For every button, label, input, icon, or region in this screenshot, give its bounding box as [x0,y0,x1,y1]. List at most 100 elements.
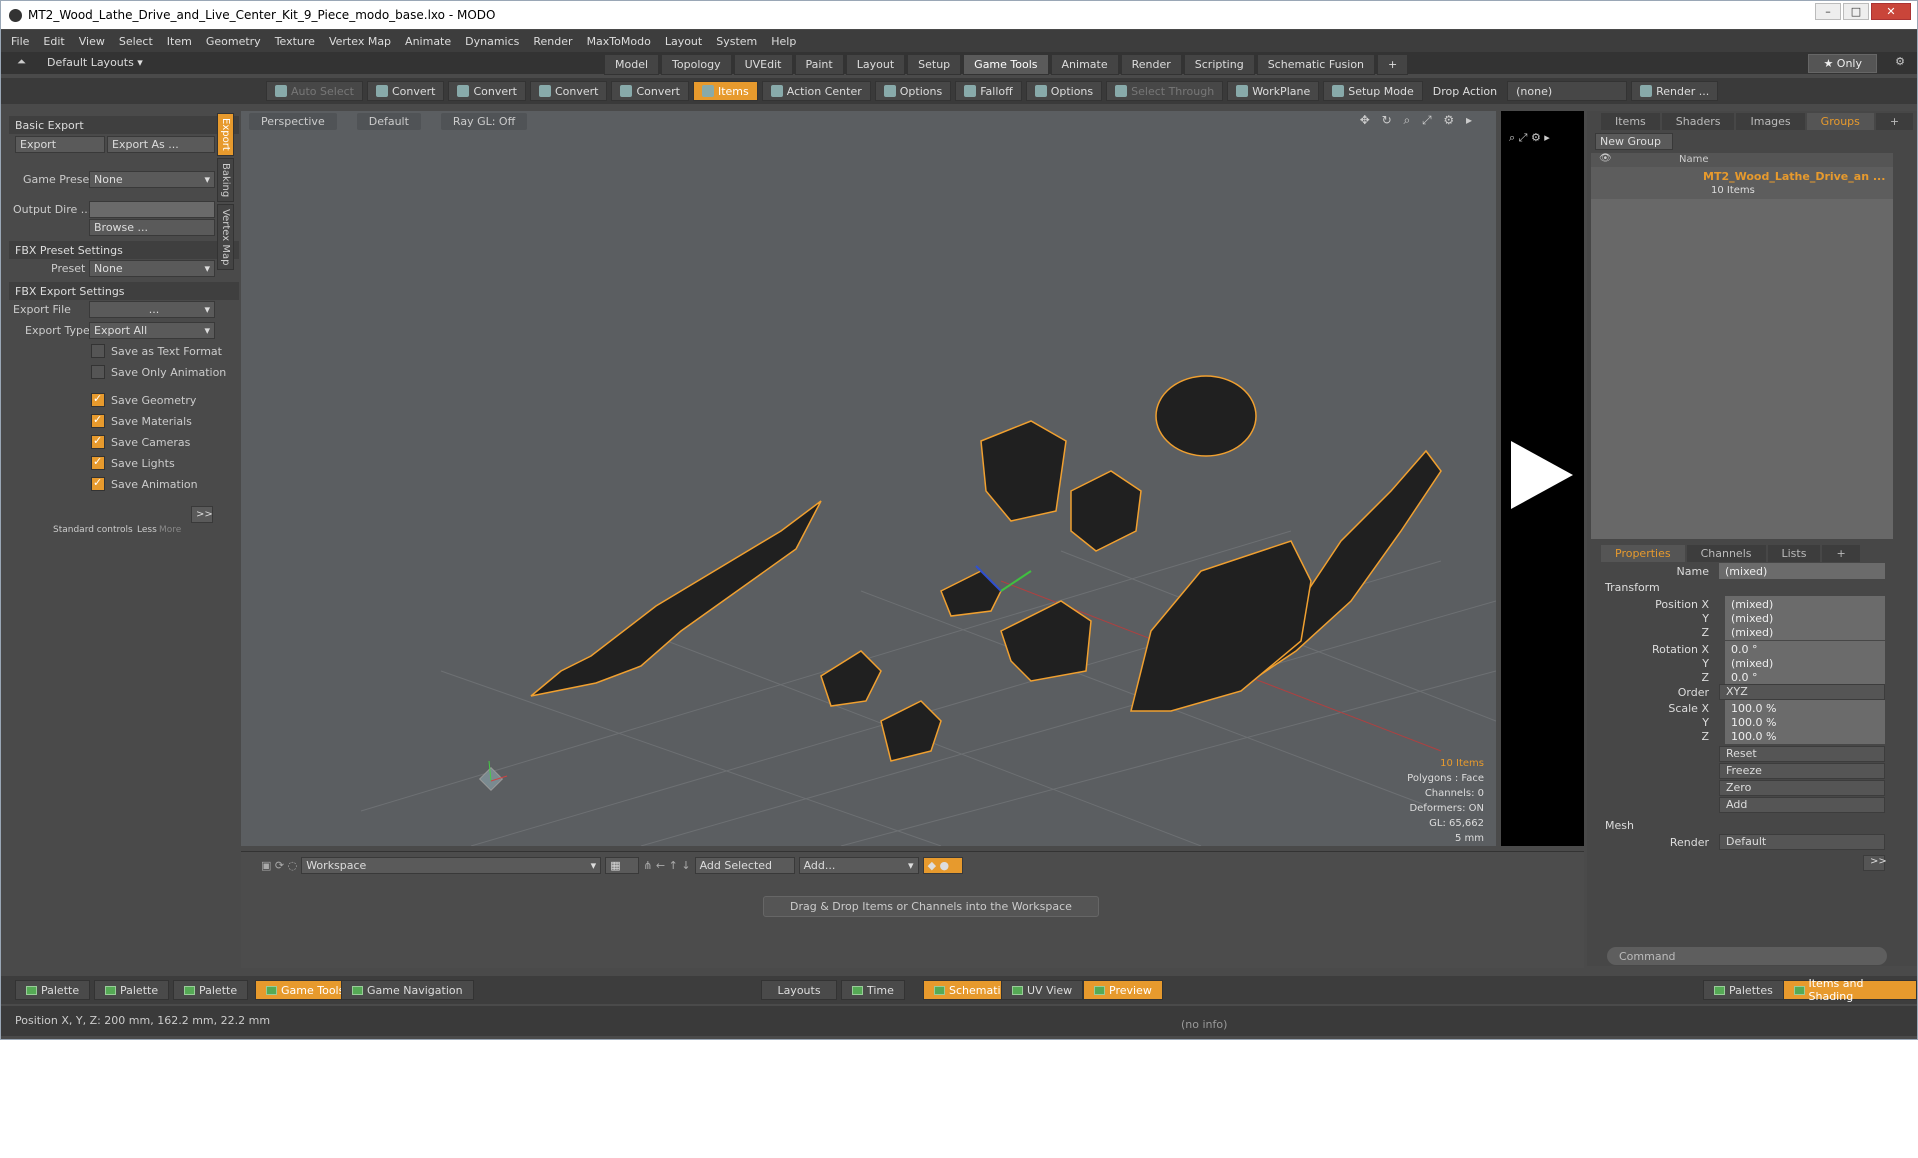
groups-list[interactable]: 👁 Name MT2_Wood_Lathe_Drive_an ... 10 It… [1591,153,1893,539]
tab-game-tools[interactable]: Game Tools [963,54,1049,75]
viewport-nav-icons[interactable]: ✥ ↻ ⌕ ⤢ ⚙ ▸ [1360,113,1476,128]
add-dropdown-transform[interactable]: Add [1719,797,1885,813]
grid-layout-icon[interactable]: ▦ [605,856,640,874]
save-cameras-checkbox[interactable] [91,434,105,449]
menu-select[interactable]: Select [119,35,153,48]
default-layouts-dropdown[interactable]: Default Layouts ▾ [47,56,143,69]
collapse-icon[interactable]: ⏶ [17,55,26,69]
preview-panel[interactable]: ⌕ ⤢ ⚙ ▸ [1501,111,1584,846]
preview-button[interactable]: Preview [1083,980,1163,1000]
side-tab-export[interactable]: Export [217,113,234,156]
menu-edit[interactable]: Edit [43,35,64,48]
menu-system[interactable]: System [716,35,757,48]
rotation-z-field[interactable]: 0.0 ° [1725,669,1885,685]
select-through-button[interactable]: Select Through [1106,81,1224,101]
add-dropdown[interactable]: Add... [798,856,919,874]
3d-viewport[interactable]: Perspective Default Ray GL: Off ✥ ↻ ⌕ ⤢ … [241,111,1496,846]
side-tab-baking[interactable]: Baking [217,157,234,202]
convert-button-3[interactable]: Convert [529,81,608,101]
preview-toolbar-icons[interactable]: ⌕ ⤢ ⚙ ▸ [1509,131,1550,145]
preset-dropdown[interactable]: None [89,260,215,277]
tab-scripting[interactable]: Scripting [1183,54,1255,75]
game-navigation-button[interactable]: Game Navigation [341,980,474,1000]
time-button[interactable]: Time [841,980,905,1000]
save-geometry-checkbox[interactable] [91,392,105,407]
gear-icon[interactable]: ⚙ [1895,55,1905,68]
browse-button[interactable]: Browse ... [89,219,215,236]
tab-shaders[interactable]: Shaders [1661,113,1735,130]
new-group-button[interactable]: New Group [1595,133,1673,150]
uv-view-button[interactable]: UV View [1001,980,1084,1000]
menu-file[interactable]: File [11,35,29,48]
tab-items[interactable]: Items [1601,113,1660,130]
save-text-format-checkbox[interactable] [91,344,105,358]
fbx-preset-section[interactable]: FBX Preset Settings [9,241,239,259]
side-tab-vertex-map[interactable]: Vertex Map [217,203,234,271]
fbx-export-section[interactable]: FBX Export Settings [9,282,239,300]
default-shading-button[interactable]: Default [356,113,421,130]
save-materials-checkbox[interactable] [91,413,105,428]
maximize-button[interactable]: □ [1843,3,1869,20]
palette-button-3[interactable]: Palette [173,980,249,1000]
scale-z-field[interactable]: 100.0 % [1725,728,1885,744]
palette-button-1[interactable]: Palette [15,980,91,1000]
palettes-button[interactable]: Palettes [1703,980,1784,1000]
menu-geometry[interactable]: Geometry [206,35,261,48]
raygl-toggle[interactable]: Ray GL: Off [440,113,528,130]
menu-animate[interactable]: Animate [405,35,451,48]
tab-layout[interactable]: Layout [845,54,906,75]
falloff-button[interactable]: Falloff [955,81,1022,101]
more-link[interactable]: More [159,525,181,535]
less-link[interactable]: Less [137,525,157,535]
save-lights-checkbox[interactable] [91,455,105,470]
menu-layout[interactable]: Layout [665,35,702,48]
options-button-2[interactable]: Options [1025,81,1103,101]
menu-maxtomodo[interactable]: MaxToModo [587,35,651,48]
options-button-1[interactable]: Options [874,81,952,101]
mesh-more-button[interactable]: >> [1863,855,1887,871]
mesh-section[interactable]: Mesh [1605,819,1634,832]
convert-button-1[interactable]: Convert [366,81,445,101]
reset-dropdown[interactable]: Reset [1719,746,1885,762]
tab-lists[interactable]: Lists [1767,545,1821,562]
items-shading-button[interactable]: Items and Shading [1783,977,1917,1003]
items-button[interactable]: Items [692,81,758,101]
freeze-dropdown[interactable]: Freeze [1719,763,1885,779]
add-props-tab[interactable]: + [1822,545,1860,562]
export-file-dropdown[interactable]: ... [89,301,215,318]
setup-mode-button[interactable]: Setup Mode [1323,81,1423,101]
tab-animate[interactable]: Animate [1050,54,1119,75]
export-type-dropdown[interactable]: Export All [89,322,215,339]
tab-model[interactable]: Model [604,54,660,75]
tab-images[interactable]: Images [1736,113,1805,130]
minimize-button[interactable]: – [1815,3,1841,20]
tab-groups[interactable]: Groups [1806,113,1874,130]
workspace-tool-icons[interactable]: ▣ ⟳ ◌ [261,859,297,872]
tab-channels[interactable]: Channels [1686,545,1766,562]
export-as-button[interactable]: Export As ... [107,136,215,153]
zero-dropdown[interactable]: Zero [1719,780,1885,796]
save-only-animation-checkbox[interactable] [91,365,105,379]
menu-texture[interactable]: Texture [275,35,315,48]
tab-topology[interactable]: Topology [661,54,732,75]
only-toggle[interactable]: ★ Only [1808,54,1877,73]
export-button[interactable]: Export [15,136,105,153]
command-input[interactable]: Command [1607,947,1887,965]
position-z-field[interactable]: (mixed) [1725,624,1885,640]
tab-setup[interactable]: Setup [907,54,962,75]
tab-schematic-fusion[interactable]: Schematic Fusion [1256,54,1376,75]
schematic-workspace[interactable]: ▣ ⟳ ◌ Workspace ▦ ⋔ ← ↑ ↓ Add Selected A… [241,851,1584,968]
menu-dynamics[interactable]: Dynamics [465,35,519,48]
play-icon[interactable] [1511,441,1573,509]
order-dropdown[interactable]: XYZ [1719,684,1885,700]
arrange-icons[interactable]: ⋔ ← ↑ ↓ [643,859,690,872]
convert-button-2[interactable]: Convert [448,81,526,101]
render-button[interactable]: Render ... [1631,81,1719,101]
tab-paint[interactable]: Paint [794,54,844,75]
convert-button-4[interactable]: Convert [611,81,689,101]
game-preset-dropdown[interactable]: None [89,171,215,188]
layouts-button[interactable]: Layouts [761,980,837,1000]
close-button[interactable]: ✕ [1871,3,1911,20]
menu-view[interactable]: View [79,35,105,48]
menu-render[interactable]: Render [533,35,572,48]
